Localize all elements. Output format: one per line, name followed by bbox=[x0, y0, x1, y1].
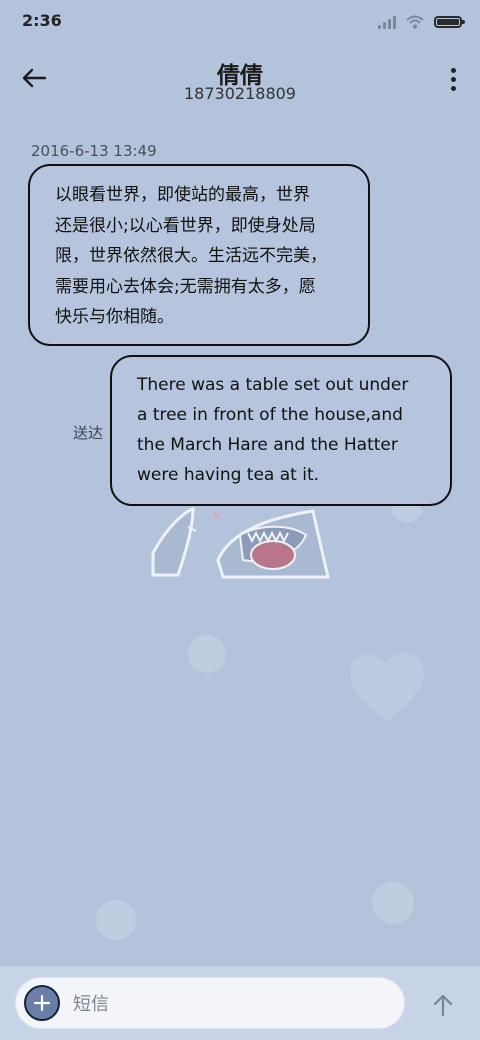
composer-input-container bbox=[15, 977, 405, 1029]
wifi-icon bbox=[406, 15, 424, 29]
message-line: 以眼看世界，即使站的最高，世界 bbox=[55, 185, 310, 205]
plus-icon bbox=[33, 994, 51, 1012]
background-bubble-decoration bbox=[188, 635, 226, 673]
message-line: There was a table set out under bbox=[137, 375, 409, 395]
heart-decoration-icon bbox=[350, 652, 424, 721]
battery-icon bbox=[434, 16, 465, 28]
status-icons bbox=[378, 12, 465, 32]
contact-phone-number: 18730218809 bbox=[184, 84, 296, 103]
conversation-header: 倩倩 18730218809 bbox=[0, 44, 480, 114]
background-bubble-decoration bbox=[372, 882, 414, 924]
arrow-up-icon bbox=[433, 994, 453, 1017]
signal-icon bbox=[378, 15, 396, 29]
incoming-message-bubble[interactable]: 以眼看世界，即使站的最高，世界 还是很小;以心看世界，即使身处局 限，世界依然很… bbox=[28, 164, 370, 346]
message-line: 还是很小;以心看世界，即使身处局 bbox=[55, 215, 316, 236]
sms-input[interactable] bbox=[71, 988, 385, 1020]
message-composer bbox=[0, 966, 480, 1040]
more-options-button[interactable] bbox=[446, 64, 460, 94]
message-line: were having tea at it. bbox=[137, 465, 320, 485]
status-bar: 2:36 bbox=[0, 0, 480, 44]
message-line: 需要用心去体会;无需拥有太多，愿 bbox=[55, 276, 316, 297]
background-bubble-decoration bbox=[96, 900, 136, 940]
more-vertical-icon-dot bbox=[450, 85, 456, 91]
delivery-status-label: 送达 bbox=[73, 424, 104, 442]
more-vertical-icon-dot bbox=[450, 76, 456, 82]
shark-sticker-decoration-icon bbox=[151, 507, 330, 579]
message-line: 限，世界依然很大。生活远不完美， bbox=[55, 246, 327, 266]
outgoing-message-bubble[interactable]: There was a table set out under a tree i… bbox=[110, 355, 452, 506]
message-line: a tree in front of the house,and bbox=[137, 405, 403, 425]
more-vertical-icon-dot bbox=[450, 67, 456, 73]
add-attachment-button[interactable] bbox=[24, 985, 60, 1021]
message-line: 快乐与你相随。 bbox=[55, 307, 174, 327]
status-time: 2:36 bbox=[22, 11, 62, 30]
message-timestamp: 2016-6-13 13:49 bbox=[31, 142, 157, 160]
send-button[interactable] bbox=[428, 990, 458, 1020]
message-line: the March Hare and the Hatter bbox=[137, 435, 398, 455]
battery-level-fill bbox=[437, 19, 459, 25]
